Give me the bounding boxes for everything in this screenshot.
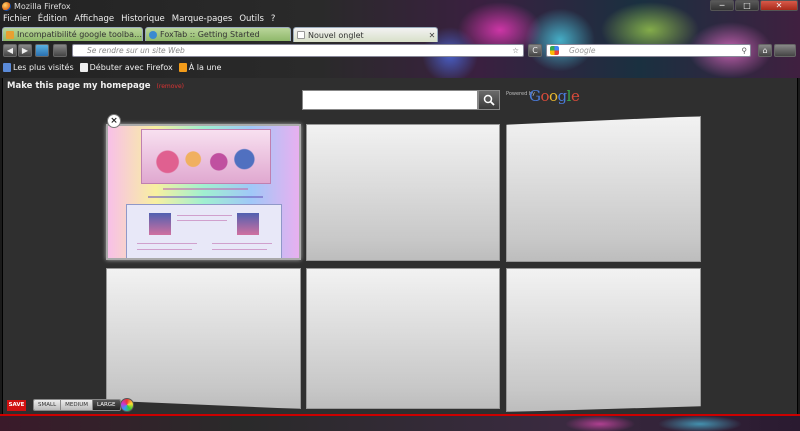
google-search-input[interactable]	[302, 90, 478, 110]
tab-label: Incompatibilité google toolbar et fire..…	[17, 30, 142, 39]
folder-icon	[3, 62, 11, 72]
preview-banner	[141, 129, 271, 184]
tab-bar: Incompatibilité google toolbar et fire..…	[0, 26, 800, 42]
bookmark-label: À la une	[188, 62, 222, 72]
size-large-button[interactable]: LARGE	[93, 400, 120, 410]
search-input[interactable]: Google ⚲	[546, 44, 751, 57]
color-theme-icon[interactable]	[120, 398, 134, 412]
thumbnail-2[interactable]	[306, 124, 500, 261]
size-medium-button[interactable]: MEDIUM	[61, 400, 93, 410]
preview-content-box	[126, 204, 282, 258]
tab-label: Nouvel onglet	[308, 30, 364, 40]
bookmark-icon[interactable]	[35, 44, 49, 57]
menu-affichage[interactable]: Affichage	[74, 14, 114, 24]
search-placeholder: Google	[569, 46, 596, 55]
firefox-icon	[2, 2, 11, 11]
make-homepage-label: Make this page my homepage	[7, 81, 151, 91]
url-input[interactable]: Se rendre sur un site Web ☆	[72, 44, 524, 57]
stop-button[interactable]	[53, 44, 67, 57]
star-icon[interactable]: ☆	[512, 45, 519, 56]
menu-fichier[interactable]: Fichier	[3, 14, 31, 24]
bookmark-label: Débuter avec Firefox	[89, 62, 173, 72]
search-button[interactable]	[478, 90, 500, 110]
menu-marque-pages[interactable]: Marque-pages	[172, 14, 233, 24]
page-icon	[6, 30, 14, 39]
tab-label: FoxTab :: Getting Started	[160, 30, 260, 39]
menu-historique[interactable]: Historique	[121, 14, 165, 24]
foxtab-icon	[149, 30, 157, 39]
minimize-button[interactable]: ─	[710, 0, 734, 11]
title-bar: Mozilla Firefox ─ □ ✕	[0, 0, 800, 13]
thumbnail-4[interactable]	[106, 268, 301, 409]
save-button[interactable]: SAVE	[7, 400, 26, 411]
size-small-button[interactable]: SMALL	[34, 400, 62, 410]
window-controls: ─ □ ✕	[710, 0, 798, 11]
reload-button[interactable]: C	[528, 44, 542, 57]
browser-chrome: Mozilla Firefox ─ □ ✕ Fichier Édition Af…	[0, 0, 800, 78]
tab-nouvel-onglet[interactable]: Nouvel onglet ✕	[293, 27, 438, 42]
status-bar	[0, 414, 800, 431]
close-window-button[interactable]: ✕	[760, 0, 798, 11]
search-icon[interactable]: ⚲	[742, 45, 748, 56]
menu-edition[interactable]: Édition	[38, 14, 67, 24]
forward-button[interactable]: ▶	[18, 44, 32, 57]
new-tab-page: Make this page my homepage (remove) Powe…	[2, 78, 798, 414]
close-icon[interactable]: ✕	[427, 31, 437, 40]
addon-button[interactable]	[774, 44, 796, 57]
back-button[interactable]: ◀	[3, 44, 17, 57]
bookmark-debuter-avec-firefox[interactable]: Débuter avec Firefox	[79, 62, 173, 72]
maximize-button[interactable]: □	[735, 0, 759, 11]
google-logo: Google	[529, 87, 580, 105]
menu-aide[interactable]: ?	[271, 14, 276, 24]
navigation-bar: ◀ ▶ Se rendre sur un site Web ☆ C Google…	[0, 42, 800, 59]
rss-icon	[178, 62, 187, 72]
window-title: Mozilla Firefox	[14, 2, 71, 11]
bookmark-label: Les plus visités	[13, 62, 74, 72]
bookmarks-bar: Les plus visités Débuter avec Firefox À …	[0, 60, 800, 74]
bookmark-les-plus-visites[interactable]: Les plus visités	[3, 62, 74, 72]
menu-bar: Fichier Édition Affichage Historique Mar…	[0, 13, 800, 25]
tab-foxtab[interactable]: FoxTab :: Getting Started	[145, 27, 291, 41]
thumbnail-1[interactable]	[106, 124, 301, 260]
thumbnail-6[interactable]	[506, 268, 701, 412]
close-icon[interactable]: ×	[107, 114, 121, 128]
size-selector: SMALL MEDIUM LARGE	[33, 399, 121, 411]
remove-link[interactable]: (remove)	[157, 83, 184, 90]
tab-incompatibilite[interactable]: Incompatibilité google toolbar et fire..…	[2, 27, 143, 41]
page-icon	[297, 31, 305, 39]
make-homepage-link[interactable]: Make this page my homepage (remove)	[7, 81, 184, 91]
site-preview	[108, 126, 299, 258]
thumbnail-3[interactable]	[506, 116, 701, 262]
page-icon	[79, 62, 88, 72]
menu-outils[interactable]: Outils	[239, 14, 264, 24]
thumbnail-5[interactable]	[306, 268, 500, 409]
home-button[interactable]: ⌂	[758, 44, 772, 57]
url-placeholder: Se rendre sur un site Web	[87, 46, 185, 55]
search-icon	[483, 94, 495, 106]
bookmark-a-la-une[interactable]: À la une	[178, 62, 222, 72]
google-icon[interactable]	[550, 46, 559, 55]
